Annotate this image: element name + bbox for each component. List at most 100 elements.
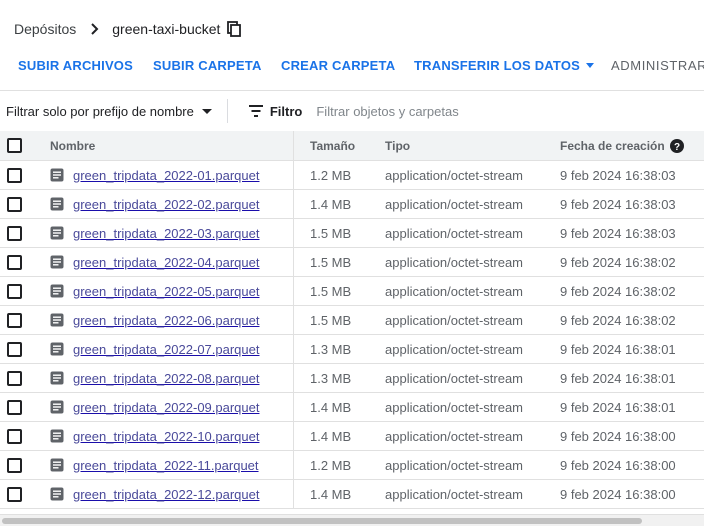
filter-button[interactable]: Filtro: [248, 103, 303, 119]
file-type: application/octet-stream: [385, 370, 524, 386]
file-created-date: 9 feb 2024 16:38:00: [560, 486, 676, 502]
table-row[interactable]: green_tripdata_2022-01.parquet 1.2 MB appl…: [0, 161, 704, 190]
file-name-link[interactable]: green_tripdata_2022-06.parquet: [73, 313, 259, 328]
file-name-link[interactable]: green_tripdata_2022-02.parquet: [73, 197, 259, 212]
filter-bar: Filtrar solo por prefijo de nombre Filtr…: [0, 92, 704, 130]
file-icon: [50, 400, 64, 414]
filter-button-label: Filtro: [269, 103, 303, 119]
table-row[interactable]: green_tripdata_2022-06.parquet 1.5 MB appl…: [0, 306, 704, 335]
table-row[interactable]: green_tripdata_2022-07.parquet 1.3 MB appl…: [0, 335, 704, 364]
file-icon: [50, 226, 64, 240]
file-type: application/octet-stream: [385, 428, 524, 444]
row-checkbox[interactable]: [7, 196, 22, 212]
table-row[interactable]: green_tripdata_2022-03.parquet 1.5 MB appl…: [0, 219, 704, 248]
table-row[interactable]: green_tripdata_2022-11.parquet 1.2 MB appl…: [0, 451, 704, 480]
column-divider: [293, 480, 294, 508]
column-divider: [293, 190, 294, 218]
file-size: 1.3 MB: [310, 341, 352, 357]
upload-folder-button[interactable]: SUBIR CARPETA: [153, 52, 262, 80]
column-header-name[interactable]: Nombre: [50, 131, 95, 160]
file-name-link[interactable]: green_tripdata_2022-08.parquet: [73, 371, 259, 386]
manage-button[interactable]: ADMINISTRAR C: [611, 52, 704, 80]
breadcrumb-current-bucket: green-taxi-bucket: [112, 21, 221, 37]
help-icon[interactable]: ?: [669, 138, 684, 153]
row-checkbox[interactable]: [7, 428, 22, 444]
table-row[interactable]: green_tripdata_2022-12.parquet 1.4 MB appl…: [0, 480, 704, 509]
file-name-link[interactable]: green_tripdata_2022-09.parquet: [73, 400, 259, 415]
file-created-date: 9 feb 2024 16:38:01: [560, 370, 676, 386]
filter-objects-input[interactable]: [316, 103, 567, 119]
file-created-date: 9 feb 2024 16:38:03: [560, 167, 676, 183]
row-checkbox[interactable]: [7, 225, 22, 241]
row-checkbox[interactable]: [7, 167, 22, 183]
file-size: 1.5 MB: [310, 312, 352, 328]
scrollbar-thumb[interactable]: [2, 518, 642, 524]
file-type: application/octet-stream: [385, 399, 524, 415]
table-row[interactable]: green_tripdata_2022-09.parquet 1.4 MB appl…: [0, 393, 704, 422]
file-type: application/octet-stream: [385, 341, 524, 357]
file-name-link[interactable]: green_tripdata_2022-07.parquet: [73, 342, 259, 357]
file-icon: [50, 487, 64, 501]
file-created-date: 9 feb 2024 16:38:02: [560, 254, 676, 270]
table-header: Nombre Tamaño Tipo Fecha de creación ?: [0, 131, 704, 161]
file-name-link[interactable]: green_tripdata_2022-12.parquet: [73, 487, 259, 502]
file-name-link[interactable]: green_tripdata_2022-03.parquet: [73, 226, 259, 241]
file-type: application/octet-stream: [385, 254, 524, 270]
column-divider: [293, 335, 294, 363]
table-row[interactable]: green_tripdata_2022-04.parquet 1.5 MB appl…: [0, 248, 704, 277]
file-size: 1.4 MB: [310, 428, 352, 444]
svg-text:?: ?: [674, 142, 680, 153]
objects-table: Nombre Tamaño Tipo Fecha de creación ? g…: [0, 131, 704, 509]
column-divider: [293, 451, 294, 479]
copy-icon[interactable]: [226, 21, 242, 37]
table-row[interactable]: green_tripdata_2022-02.parquet 1.4 MB appl…: [0, 190, 704, 219]
column-header-created-label: Fecha de creación: [560, 138, 665, 153]
table-row[interactable]: green_tripdata_2022-10.parquet 1.4 MB appl…: [0, 422, 704, 451]
file-name-link[interactable]: green_tripdata_2022-01.parquet: [73, 168, 259, 183]
file-icon: [50, 255, 64, 269]
breadcrumb: Depósitos green-taxi-bucket: [14, 19, 242, 39]
column-header-type[interactable]: Tipo: [385, 131, 410, 160]
row-checkbox[interactable]: [7, 254, 22, 270]
file-created-date: 9 feb 2024 16:38:00: [560, 457, 676, 473]
upload-files-button[interactable]: SUBIR ARCHIVOS: [18, 52, 133, 80]
file-icon: [50, 168, 64, 182]
dropdown-caret-icon: [586, 63, 595, 68]
column-divider[interactable]: [293, 131, 294, 160]
row-checkbox[interactable]: [7, 486, 22, 502]
transfer-data-button[interactable]: TRANSFERIR LOS DATOS: [414, 52, 595, 80]
row-checkbox[interactable]: [7, 312, 22, 328]
prefix-filter-label: Filtrar solo por prefijo de nombre: [6, 103, 194, 119]
file-size: 1.3 MB: [310, 370, 352, 386]
toolbar-divider: [0, 90, 704, 91]
table-row[interactable]: green_tripdata_2022-08.parquet 1.3 MB appl…: [0, 364, 704, 393]
file-type: application/octet-stream: [385, 312, 524, 328]
select-all-checkbox[interactable]: [7, 138, 22, 153]
row-checkbox[interactable]: [7, 457, 22, 473]
row-checkbox[interactable]: [7, 283, 22, 299]
row-checkbox[interactable]: [7, 399, 22, 415]
file-type: application/octet-stream: [385, 196, 524, 212]
file-type: application/octet-stream: [385, 457, 524, 473]
prefix-filter-dropdown[interactable]: Filtrar solo por prefijo de nombre: [6, 104, 212, 119]
file-type: application/octet-stream: [385, 225, 524, 241]
column-divider: [293, 306, 294, 334]
column-divider: [293, 393, 294, 421]
breadcrumb-buckets-link[interactable]: Depósitos: [14, 21, 76, 37]
file-size: 1.2 MB: [310, 167, 352, 183]
column-divider: [293, 248, 294, 276]
file-name-link[interactable]: green_tripdata_2022-05.parquet: [73, 284, 259, 299]
file-name-link[interactable]: green_tripdata_2022-04.parquet: [73, 255, 259, 270]
create-folder-button[interactable]: CREAR CARPETA: [281, 52, 395, 80]
row-checkbox[interactable]: [7, 341, 22, 357]
file-size: 1.4 MB: [310, 486, 352, 502]
file-name-link[interactable]: green_tripdata_2022-10.parquet: [73, 429, 259, 444]
chevron-right-icon: [86, 20, 104, 38]
horizontal-scrollbar[interactable]: [0, 514, 704, 526]
column-header-size[interactable]: Tamaño: [310, 131, 355, 160]
column-header-created[interactable]: Fecha de creación ?: [560, 131, 684, 160]
file-created-date: 9 feb 2024 16:38:00: [560, 428, 676, 444]
row-checkbox[interactable]: [7, 370, 22, 386]
file-name-link[interactable]: green_tripdata_2022-11.parquet: [73, 458, 259, 473]
table-row[interactable]: green_tripdata_2022-05.parquet 1.5 MB appl…: [0, 277, 704, 306]
